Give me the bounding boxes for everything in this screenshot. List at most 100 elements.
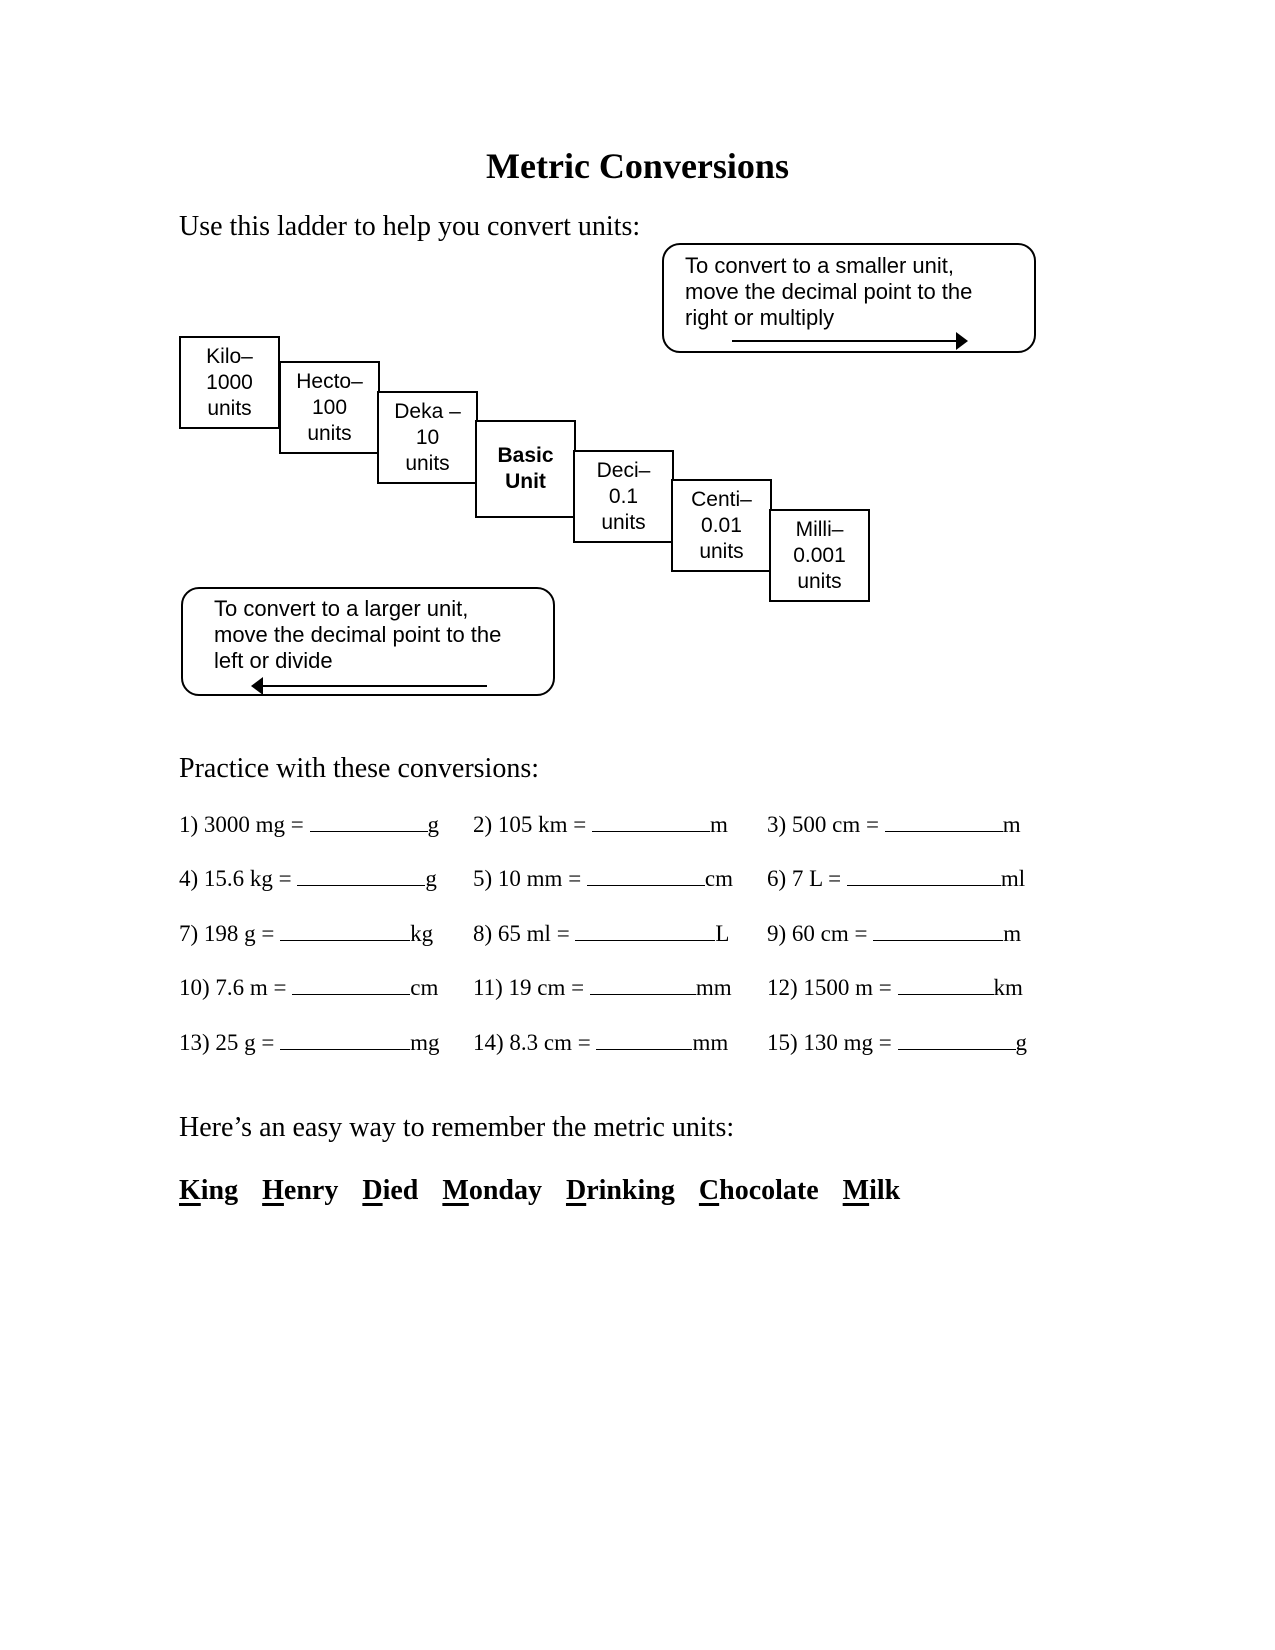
problem-prompt: 13) 25 g =	[179, 1030, 281, 1055]
ladder-step-value: 10	[415, 425, 440, 449]
ladder-step-units: units	[207, 396, 252, 420]
problem-prompt: 14) 8.3 cm =	[473, 1030, 597, 1055]
problem-unit: mm	[695, 975, 732, 1000]
problem-prompt: 2) 105 km =	[473, 812, 593, 837]
mnemonic-initial: D	[565, 1175, 587, 1206]
answer-blank[interactable]	[280, 922, 411, 941]
mnemonic-word-king: King	[179, 1175, 238, 1206]
mnemonic-initial: M	[442, 1175, 469, 1206]
ladder-step-value: 0.001	[793, 543, 846, 567]
mnemonic-rest: ing	[200, 1175, 239, 1206]
callout-smaller-line: right or multiply	[685, 305, 835, 330]
mnemonic-heading: Here’s an easy way to remember the metri…	[179, 1112, 735, 1143]
problem-unit: ml	[1000, 866, 1026, 891]
problem-prompt: 7) 198 g =	[179, 921, 281, 946]
ladder-step-units: units	[601, 510, 646, 534]
ladder-step-units: units	[405, 451, 450, 475]
mnemonic-rest: ilk	[869, 1175, 901, 1206]
mnemonic-rest: hocolate	[719, 1175, 819, 1206]
answer-blank[interactable]	[586, 867, 705, 886]
mnemonic-word-drinking: Drinking	[566, 1175, 675, 1206]
practice-heading: Practice with these conversions:	[179, 753, 540, 784]
arrow-left-shaft	[261, 685, 487, 687]
answer-blank[interactable]	[592, 813, 711, 832]
problem-unit: mg	[410, 1030, 440, 1055]
page-title: Metric Conversions	[486, 146, 789, 186]
ladder-step-deka: Deka –10 units	[377, 391, 478, 484]
problem-prompt: 5) 10 mm =	[473, 866, 587, 891]
problem-unit: cm	[704, 866, 734, 891]
answer-blank[interactable]	[884, 813, 1003, 832]
mnemonic-initial: K	[179, 1175, 201, 1206]
ladder-step-label: Deka –	[394, 399, 461, 423]
problem-prompt: 6) 7 L =	[767, 866, 847, 891]
ladder-step-value: 0.01	[701, 513, 742, 537]
answer-blank[interactable]	[589, 976, 696, 995]
answer-blank[interactable]	[596, 1031, 693, 1050]
problem-prompt: 1) 3000 mg =	[179, 812, 310, 837]
ladder-step-label: Milli–	[795, 517, 844, 541]
answer-blank[interactable]	[309, 813, 428, 832]
problem-item: 12) 1500 m = km	[767, 975, 1023, 1001]
problem-prompt: 4) 15.6 kg =	[179, 866, 298, 891]
problem-item: 2) 105 km = m	[473, 812, 728, 838]
answer-blank[interactable]	[897, 976, 994, 995]
problem-prompt: 10) 7.6 m =	[179, 975, 293, 1000]
problem-unit: m	[1002, 812, 1021, 837]
callout-larger-unit: To convert to a larger unit, move the de…	[181, 587, 555, 696]
mnemonic-phrase: King Henry Died Monday Drinking Chocolat…	[179, 1175, 917, 1207]
answer-blank[interactable]	[292, 976, 411, 995]
callout-smaller-line: To convert to a smaller unit,	[685, 253, 955, 278]
answer-blank[interactable]	[873, 922, 1004, 941]
problem-unit: mm	[692, 1030, 729, 1055]
ladder-step-label: Basic	[497, 444, 554, 467]
callout-larger-line: left or divide	[214, 648, 333, 673]
mnemonic-initial: C	[698, 1175, 720, 1206]
arrow-right-shaft	[732, 340, 958, 342]
ladder-step-label: Hecto–	[296, 369, 363, 393]
callout-larger-line: To convert to a larger unit,	[214, 596, 469, 621]
answer-blank[interactable]	[897, 1031, 1016, 1050]
problem-item: 14) 8.3 cm = mm	[473, 1030, 728, 1056]
problem-item: 9) 60 cm = m	[767, 921, 1021, 947]
ladder-step-value: 1000	[206, 370, 253, 394]
problem-item: 3) 500 cm = m	[767, 812, 1021, 838]
mnemonic-word-milk: Milk	[843, 1175, 901, 1206]
ladder-step-centi: Centi– 0.01 units	[671, 479, 772, 572]
mnemonic-word-chocolate: Chocolate	[699, 1175, 819, 1206]
problem-item: 4) 15.6 kg = g	[179, 866, 437, 892]
ladder-step-kilo: Kilo– 1000 units	[179, 336, 280, 429]
problem-item: 5) 10 mm = cm	[473, 866, 733, 892]
problem-prompt: 9) 60 cm =	[767, 921, 874, 946]
problem-item: 7) 198 g = kg	[179, 921, 433, 947]
mnemonic-rest: onday	[468, 1175, 542, 1206]
ladder-step-units: units	[797, 569, 842, 593]
problem-unit: m	[1003, 921, 1022, 946]
answer-blank[interactable]	[297, 867, 426, 886]
problem-item: 15) 130 mg = g	[767, 1030, 1027, 1056]
mnemonic-initial: D	[362, 1175, 383, 1206]
mnemonic-rest: enry	[283, 1175, 339, 1206]
ladder-step-basic-unit: Basic Unit	[475, 420, 576, 518]
mnemonic-word-henry: Henry	[262, 1175, 338, 1206]
problem-unit: kg	[410, 921, 434, 946]
problem-unit: g	[427, 812, 440, 837]
mnemonic-rest: ied	[382, 1175, 419, 1206]
callout-larger-line: move the decimal point to the	[214, 622, 502, 647]
problem-unit: m	[710, 812, 728, 837]
ladder-step-units: units	[699, 539, 744, 563]
ladder-intro-text: Use this ladder to help you convert unit…	[179, 211, 641, 242]
ladder-step-label: Kilo–	[206, 344, 253, 368]
problem-unit: km	[993, 975, 1023, 1000]
ladder-step-milli: Milli– 0.001 units	[769, 509, 870, 602]
problem-prompt: 15) 130 mg =	[767, 1030, 898, 1055]
problem-item: 8) 65 ml = L	[473, 921, 729, 947]
answer-blank[interactable]	[280, 1031, 411, 1050]
mnemonic-initial: H	[262, 1175, 284, 1206]
arrow-right-icon	[956, 332, 968, 350]
answer-blank[interactable]	[575, 922, 716, 941]
answer-blank[interactable]	[846, 867, 1001, 886]
callout-smaller-unit: To convert to a smaller unit, move the d…	[662, 243, 1036, 353]
problem-prompt: 8) 65 ml =	[473, 921, 576, 946]
problem-prompt: 3) 500 cm =	[767, 812, 885, 837]
